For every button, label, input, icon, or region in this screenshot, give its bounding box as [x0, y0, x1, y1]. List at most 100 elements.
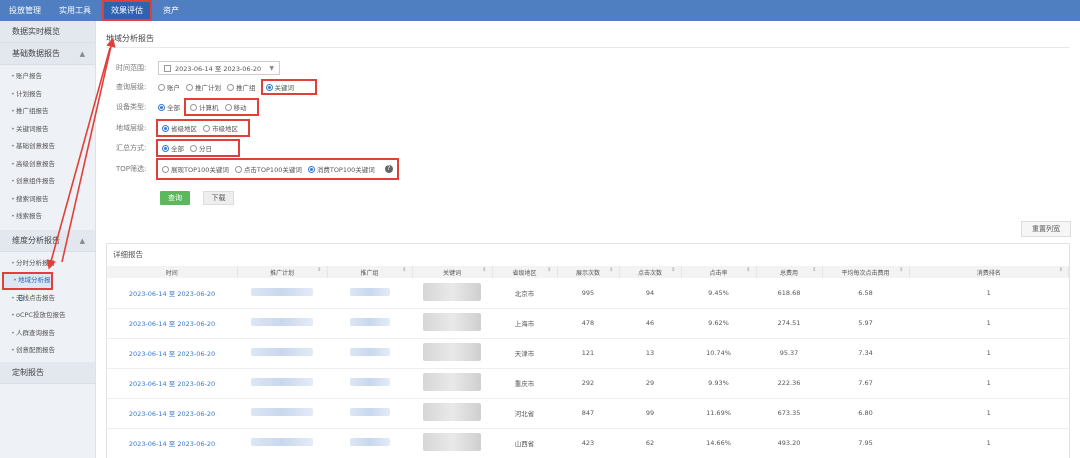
sort-icon[interactable]: ⇕ [899, 267, 903, 273]
query-button[interactable]: 查询 [160, 191, 190, 205]
cell-ctr: 10.74% [706, 349, 731, 357]
radio-icon [203, 124, 210, 132]
radio-level-group[interactable]: 推广组 [227, 82, 256, 92]
blurred-keyword [423, 433, 481, 451]
radio-summary-daily[interactable]: 分日 [190, 143, 212, 153]
sort-icon[interactable]: ⇕ [547, 267, 551, 273]
sidebar-item-audience[interactable]: 人群查询报告 [0, 325, 95, 343]
column-header-region[interactable]: 省级地区 ⇕ [492, 266, 558, 278]
nav-campaign-management[interactable]: 投放管理 [0, 0, 50, 21]
column-header-cost[interactable]: 总费用 ⇕ [756, 266, 823, 278]
radio-level-plan[interactable]: 推广计划 [186, 82, 221, 92]
radio-label: 全部 [167, 104, 180, 112]
radio-top-cost[interactable]: 消费TOP100关键词 [307, 164, 375, 174]
cell-time[interactable]: 2023-06-14 至 2023-06-20 [107, 398, 237, 428]
cell-group [327, 398, 412, 428]
cell-impressions: 847 [581, 409, 595, 417]
sidebar-item-plan-report[interactable]: 计划报告 [0, 86, 95, 104]
sidebar-item-group-report[interactable]: 推广组报告 [0, 103, 95, 121]
cell-cost: 673.35 [777, 409, 801, 417]
date-range-picker[interactable]: 2023-06-14 至 2023-06-20 ▼ [158, 61, 280, 75]
sidebar-group-basic[interactable]: 基础数据报告 ▲ [0, 43, 95, 65]
table-row: 2023-06-14 至 2023-06-20 北京市 995 94 9.45% 618.… [107, 278, 1069, 308]
help-icon[interactable]: ? [384, 165, 393, 173]
cell-cost: 222.36 [777, 379, 801, 387]
cell-cost: 493.20 [777, 439, 801, 447]
sort-icon[interactable]: ⇕ [482, 267, 486, 273]
radio-region-city[interactable]: 市级地区 [203, 123, 238, 133]
column-header-plan[interactable]: 推广计划 ⇕ [237, 266, 328, 278]
cell-time[interactable]: 2023-06-14 至 2023-06-20 [107, 368, 237, 398]
filter-summary-row: 汇总方式: 全部 分日 [116, 139, 240, 157]
sort-icon[interactable]: ⇕ [1059, 267, 1063, 273]
column-header-keyword[interactable]: 关键词 ⇕ [412, 266, 493, 278]
sidebar-item-hourly[interactable]: 分时分析报告 [0, 255, 95, 273]
sidebar-item-advanced-creative[interactable]: 高级创意报告 [0, 156, 95, 174]
sort-icon[interactable]: ⇕ [746, 267, 750, 273]
cell-time[interactable]: 2023-06-14 至 2023-06-20 [107, 308, 237, 338]
filter-label: TOP筛选: [116, 165, 147, 173]
column-header-ctr[interactable]: 点击率 ⇕ [681, 266, 757, 278]
blurred-keyword [423, 403, 481, 421]
sidebar-item-ocpc[interactable]: oCPC投放包报告 [0, 307, 95, 325]
radio-summary-all[interactable]: 全部 [162, 143, 184, 153]
nav-assets[interactable]: 资产 [154, 0, 188, 21]
sort-icon[interactable]: ⇕ [317, 267, 321, 273]
radio-device-computer[interactable]: 计算机 [190, 102, 219, 112]
radio-label: 展现TOP100关键词 [171, 166, 229, 174]
column-header-rank[interactable]: 消费排名 ⇕ [909, 266, 1069, 278]
sidebar-item-creative-component[interactable]: 创意组件报告 [0, 173, 95, 191]
table-row: 2023-06-14 至 2023-06-20 重庆市 292 29 9.93% 222.… [107, 368, 1069, 398]
cell-cost: 618.68 [777, 288, 801, 297]
blurred-keyword [423, 373, 481, 391]
cell-clicks: 13 [645, 349, 655, 357]
radio-checked-icon [162, 144, 169, 152]
filter-region-row: 地域层级: 省级地区 市级地区 [116, 119, 250, 137]
column-header-impressions[interactable]: 展示次数 ⇕ [557, 266, 620, 278]
column-header-cpc[interactable]: 平均每次点击费用 ⇕ [822, 266, 910, 278]
radio-top-impressions[interactable]: 展现TOP100关键词 [162, 164, 229, 174]
download-button[interactable]: 下载 [203, 191, 234, 205]
radio-level-keyword[interactable]: 关键词 [260, 79, 317, 95]
cell-rank: 1 [986, 319, 991, 327]
radio-label: 计算机 [199, 104, 219, 112]
nav-performance[interactable]: 效果评估 [102, 0, 152, 21]
sidebar-group-dimension[interactable]: 维度分析报告 ▲ [0, 229, 95, 252]
sidebar-item-keyword-report[interactable]: 关键词报告 [0, 121, 95, 139]
radio-icon [234, 165, 242, 173]
sort-icon[interactable]: ⇕ [609, 267, 613, 273]
radio-icon [162, 165, 169, 173]
sidebar-item-wireless-click[interactable]: 无线点击报告 [0, 290, 95, 308]
cell-time[interactable]: 2023-06-14 至 2023-06-20 [107, 428, 237, 458]
nav-tools[interactable]: 实用工具 [50, 0, 100, 21]
radio-region-province[interactable]: 省级地区 [162, 123, 197, 133]
cell-clicks: 29 [645, 379, 655, 387]
sidebar-item-creative-image[interactable]: 创意配图报告 [0, 342, 95, 360]
radio-device-mobile[interactable]: 移动 [224, 102, 247, 112]
reset-column-width-button[interactable]: 重置列宽 [1021, 221, 1071, 237]
radio-top-clicks[interactable]: 点击TOP100关键词 [234, 164, 302, 174]
sidebar-custom-report[interactable]: 定制报告 [0, 361, 95, 384]
column-header-group[interactable]: 推广组 ⇕ [327, 266, 413, 278]
cell-keyword [412, 398, 492, 428]
cell-plan [237, 338, 327, 368]
cell-plan [237, 278, 327, 308]
column-header-clicks[interactable]: 点击次数 ⇕ [619, 266, 682, 278]
sidebar-item-region[interactable]: 地域分析报告 [2, 272, 53, 302]
sort-icon[interactable]: ⇕ [812, 267, 816, 273]
sidebar-item-search-term[interactable]: 搜索词报告 [0, 191, 95, 209]
radio-label: 全部 [171, 145, 184, 153]
cell-rank: 1 [986, 288, 991, 297]
column-header-time[interactable]: 时间 [107, 266, 238, 278]
sidebar-realtime[interactable]: 数据实时概览 [0, 21, 95, 43]
sidebar-item-basic-creative[interactable]: 基础创意报告 [0, 138, 95, 156]
sidebar-item-leads[interactable]: 线索报告 [0, 208, 95, 226]
sidebar-item-account-report[interactable]: 账户报告 [0, 68, 95, 86]
cell-time[interactable]: 2023-06-14 至 2023-06-20 [107, 278, 237, 308]
radio-device-all[interactable]: 全部 [158, 102, 180, 112]
sort-icon[interactable]: ⇕ [671, 267, 675, 273]
radio-level-account[interactable]: 账户 [158, 82, 180, 92]
cell-time[interactable]: 2023-06-14 至 2023-06-20 [107, 338, 237, 368]
sort-icon[interactable]: ⇕ [402, 267, 406, 273]
cell-keyword [412, 278, 492, 308]
